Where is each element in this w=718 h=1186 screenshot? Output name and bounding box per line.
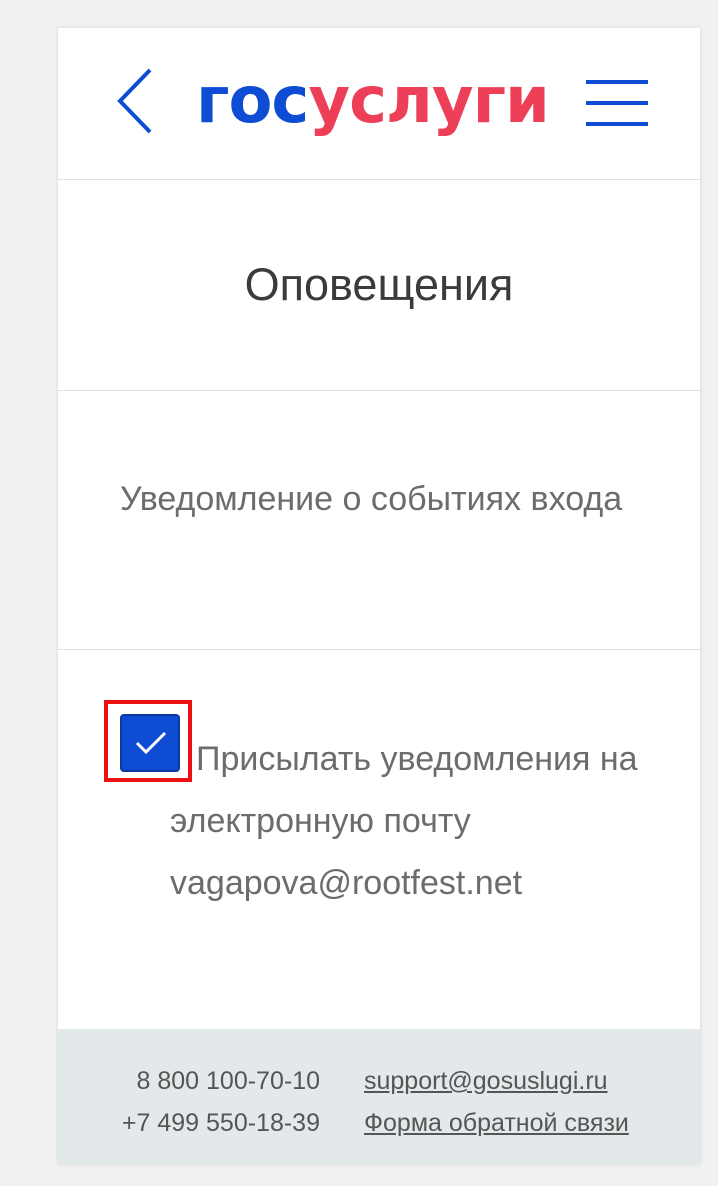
checkmark-icon bbox=[135, 731, 167, 755]
menu-line bbox=[586, 80, 648, 84]
title-section: Оповещения bbox=[58, 180, 700, 391]
page-title: Оповещения bbox=[244, 259, 514, 310]
menu-line bbox=[586, 101, 648, 105]
logo-part-uslugi: услуги bbox=[308, 64, 550, 138]
hamburger-menu-button[interactable] bbox=[586, 80, 650, 128]
login-events-section: Уведомление о событиях входа bbox=[58, 391, 700, 650]
logo-part-gos: гос bbox=[196, 64, 309, 138]
back-button[interactable] bbox=[116, 68, 156, 134]
menu-line bbox=[586, 122, 648, 126]
feedback-form-link[interactable]: Форма обратной связи bbox=[364, 1109, 629, 1138]
footer: 8 800 100-70-10 +7 499 550-18-39 support… bbox=[58, 1029, 700, 1164]
email-notification-option: Присылать уведомления на электронную поч… bbox=[58, 650, 700, 1028]
gosuslugi-logo[interactable]: госуслуги bbox=[196, 64, 550, 138]
support-phone-2[interactable]: +7 499 550-18-39 bbox=[122, 1109, 320, 1138]
support-email-link[interactable]: support@gosuslugi.ru bbox=[364, 1067, 608, 1096]
checkbox-label[interactable]: Присылать уведомления на электронную поч… bbox=[170, 728, 640, 914]
header: госуслуги bbox=[58, 28, 700, 180]
section-title: Уведомление о событиях входа bbox=[120, 480, 623, 518]
support-phone-1[interactable]: 8 800 100-70-10 bbox=[137, 1067, 320, 1096]
chevron-left-icon bbox=[117, 68, 152, 134]
notifications-card: госуслуги Оповещения Уведомление о событ… bbox=[58, 28, 700, 1164]
